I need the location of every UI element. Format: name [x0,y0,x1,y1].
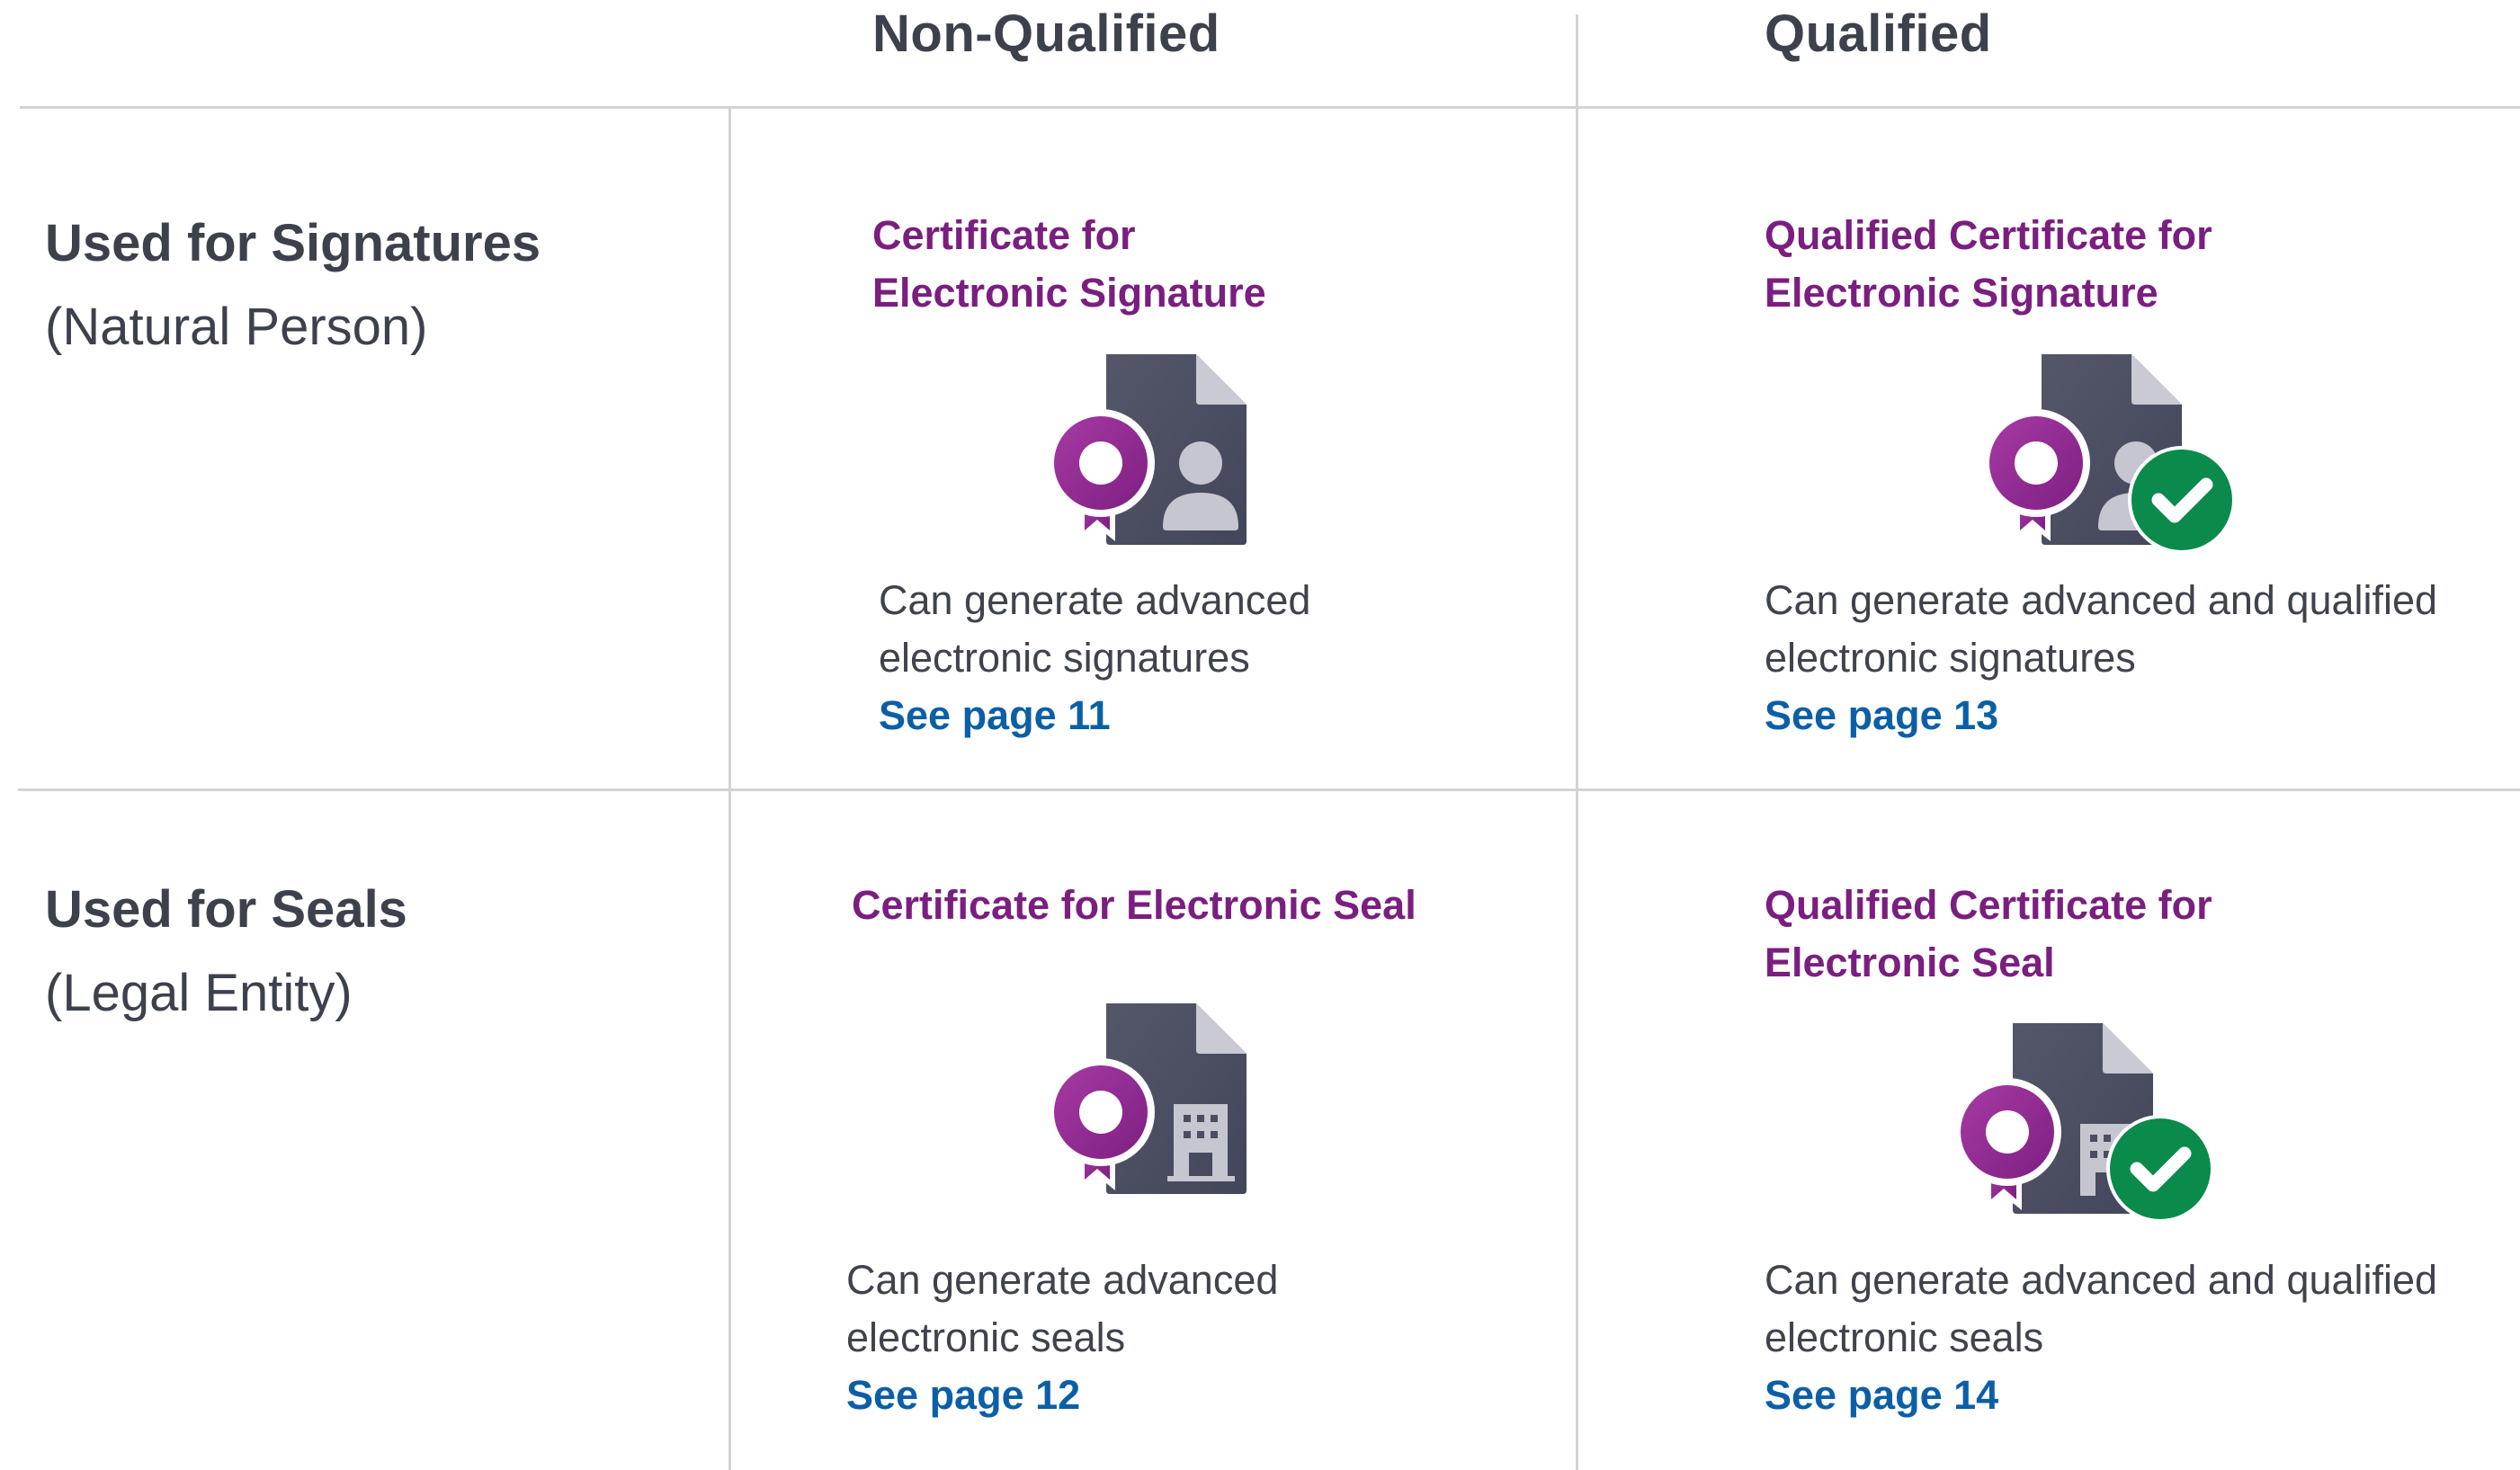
row-title: Used for Signatures [45,214,541,272]
row-subtitle: (Natural Person) [45,297,428,356]
certificate-title: Certificate for Electronic Seal [852,882,1416,928]
row-label-seals: Used for Seals (Legal Entity) [45,869,407,1036]
row-subtitle: (Legal Entity) [45,963,353,1022]
see-page-link[interactable]: See page 14 [1765,1367,1998,1424]
row-title: Used for Seals [45,880,407,939]
row-divider [18,788,2520,791]
certificate-title: Certificate for Electronic Signature [872,212,1266,316]
certificate-description-line-2: electronic signatures [879,635,1250,681]
column-divider-left [728,106,731,1470]
see-page-link[interactable]: See page 11 [879,687,1111,744]
header-divider [20,106,2520,109]
certificate-description-line-1: Can generate advanced [879,577,1311,623]
see-page-link[interactable]: See page 12 [846,1367,1080,1424]
document-ribbon-building-icon [1047,1000,1250,1198]
certificate-description-line-2: electronic seals [1765,1314,2044,1360]
certificate-description-line-2: electronic seals [846,1314,1126,1360]
column-header-qualified: Qualified [1765,4,1992,63]
document-ribbon-building-check-icon [1953,1020,2214,1226]
document-ribbon-person-check-icon [1982,351,2239,557]
certificate-title: Qualified Certificate for Electronic Sea… [1765,882,2212,985]
certificate-description-line-2: electronic signatures [1765,635,2136,681]
row-label-signatures: Used for Signatures (Natural Person) [45,202,541,370]
certificate-title: Qualified Certificate for Electronic Sig… [1765,212,2212,316]
document-ribbon-person-icon [1047,351,1250,548]
certificate-description-line-1: Can generate advanced and qualified [1765,577,2438,623]
certificate-description-line-1: Can generate advanced and qualified [1765,1257,2438,1303]
see-page-link[interactable]: See page 13 [1765,687,1998,744]
column-header-non-qualified: Non-Qualified [872,4,1220,63]
certificate-description-line-1: Can generate advanced [846,1257,1279,1303]
column-divider-right [1576,14,1578,1470]
